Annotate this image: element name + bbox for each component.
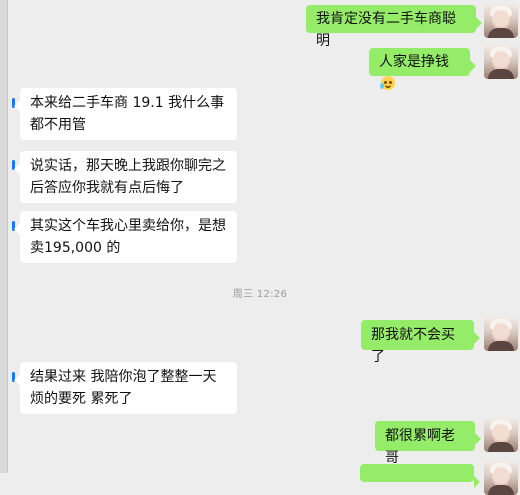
message-bubble-incoming[interactable]: 其实这个车我心里卖给你，是想卖195,000 的 — [14, 211, 237, 263]
message-text: 本来给二手车商 19.1 我什么事都不用管 — [30, 95, 225, 133]
avatar-face — [492, 424, 510, 444]
self-avatar[interactable] — [484, 418, 518, 452]
avatar-body — [488, 442, 514, 452]
message-text: 我肯定没有二手车商聪明 — [316, 11, 456, 49]
message-text: 其实这个车我心里卖给你，是想卖195,000 的 — [30, 218, 226, 256]
message-bubble-incoming[interactable]: 本来给二手车商 19.1 我什么事都不用管 — [14, 88, 237, 140]
timestamp: 周三 12:26 — [232, 289, 288, 300]
message-bubble-outgoing[interactable]: 人家是挣钱 — [369, 48, 476, 90]
message-text: 结果过来 我陪你泡了整整一天 烦的要死 累死了 — [30, 369, 217, 407]
self-avatar[interactable] — [484, 45, 518, 79]
avatar-body — [488, 28, 514, 38]
self-avatar[interactable] — [484, 4, 518, 38]
message-text: 说实话，那天晚上我跟你聊完之后答应你我就有点后悔了 — [30, 158, 226, 196]
avatar-body — [488, 485, 514, 495]
chat-window: 我肯定没有二手车商聪明 人家是挣钱 本来给二手车商 19.1 我什么事都不用管 … — [0, 0, 520, 495]
avatar-face — [492, 323, 510, 343]
message-bubble-outgoing-partial[interactable] — [360, 464, 480, 488]
self-avatar[interactable] — [484, 461, 518, 495]
avatar-face — [492, 10, 510, 30]
self-avatar[interactable] — [484, 317, 518, 351]
message-bubble-incoming[interactable]: 说实话，那天晚上我跟你聊完之后答应你我就有点后悔了 — [14, 151, 237, 203]
message-text: 都很累啊老哥 — [385, 428, 455, 466]
left-edge-border — [0, 0, 8, 473]
avatar-face — [492, 467, 510, 487]
message-bubble-outgoing[interactable]: 那我就不会买了 — [361, 320, 480, 365]
message-text: 那我就不会买了 — [371, 327, 455, 365]
crying-laughing-icon — [380, 76, 395, 90]
message-text: 人家是挣钱 — [379, 54, 449, 70]
avatar-body — [488, 69, 514, 79]
avatar-face — [492, 51, 510, 71]
message-bubble-outgoing[interactable]: 都很累啊老哥 — [375, 421, 481, 466]
avatar-body — [488, 341, 514, 351]
message-bubble-outgoing[interactable]: 我肯定没有二手车商聪明 — [306, 5, 482, 49]
message-bubble-incoming[interactable]: 结果过来 我陪你泡了整整一天 烦的要死 累死了 — [14, 362, 237, 414]
